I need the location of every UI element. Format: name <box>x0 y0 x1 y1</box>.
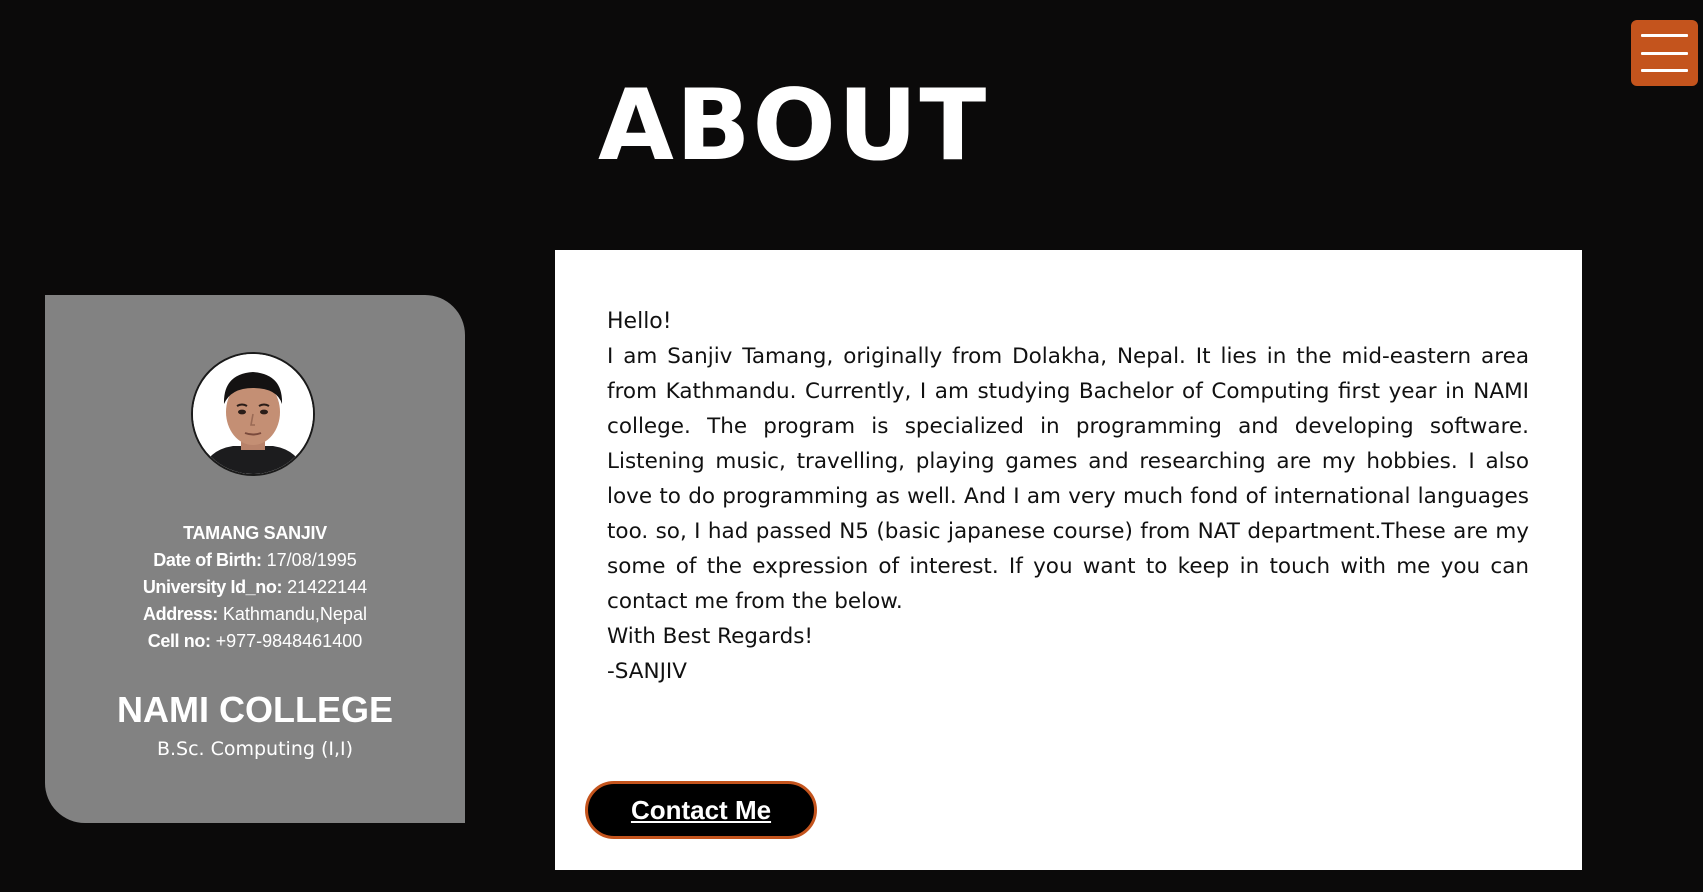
about-greeting: Hello! <box>607 309 672 334</box>
university-id-label: University Id_no: <box>142 577 283 597</box>
avatar-portrait-icon <box>193 354 313 474</box>
cell-label: Cell no: <box>147 631 211 651</box>
profile-photo <box>191 352 315 476</box>
university-id-value: 21422144 <box>287 577 368 597</box>
address-label: Address: <box>143 604 218 624</box>
hamburger-menu-icon-bar <box>1641 69 1688 72</box>
about-page: ABOUT TAMANG SANJIV Date of Birth: 17/08… <box>0 0 1703 892</box>
contact-me-button[interactable]: Contact Me <box>585 781 817 839</box>
profile-university-id-row: University Id_no: 21422144 <box>45 574 465 601</box>
profile-name: TAMANG SANJIV <box>183 523 327 543</box>
about-regards: With Best Regards! <box>607 624 814 649</box>
profile-info: TAMANG SANJIV Date of Birth: 17/08/1995 … <box>45 520 465 655</box>
about-text: Hello! I am Sanjiv Tamang, originally fr… <box>607 304 1529 689</box>
dob-value: 17/08/1995 <box>266 550 357 570</box>
college-course: B.Sc. Computing (I,I) <box>156 738 354 760</box>
dob-label: Date of Birth: <box>153 550 262 570</box>
hamburger-menu-icon <box>1641 34 1688 37</box>
profile-card: TAMANG SANJIV Date of Birth: 17/08/1995 … <box>45 295 465 823</box>
profile-address-row: Address: Kathmandu,Nepal <box>45 601 465 628</box>
page-title: ABOUT <box>598 69 989 183</box>
menu-button[interactable] <box>1631 20 1698 86</box>
profile-dob-row: Date of Birth: 17/08/1995 <box>45 547 465 574</box>
cell-value: +977-9848461400 <box>215 631 363 651</box>
profile-cell-row: Cell no: +977-9848461400 <box>45 628 465 655</box>
about-body: I am Sanjiv Tamang, originally from Dola… <box>607 344 1529 614</box>
hamburger-menu-icon-bar <box>1641 51 1688 55</box>
about-signature: -SANJIV <box>607 659 687 684</box>
college-name: NAMI COLLEGE <box>117 689 393 730</box>
address-value: Kathmandu,Nepal <box>222 604 367 624</box>
about-content-box: Hello! I am Sanjiv Tamang, originally fr… <box>555 250 1582 870</box>
